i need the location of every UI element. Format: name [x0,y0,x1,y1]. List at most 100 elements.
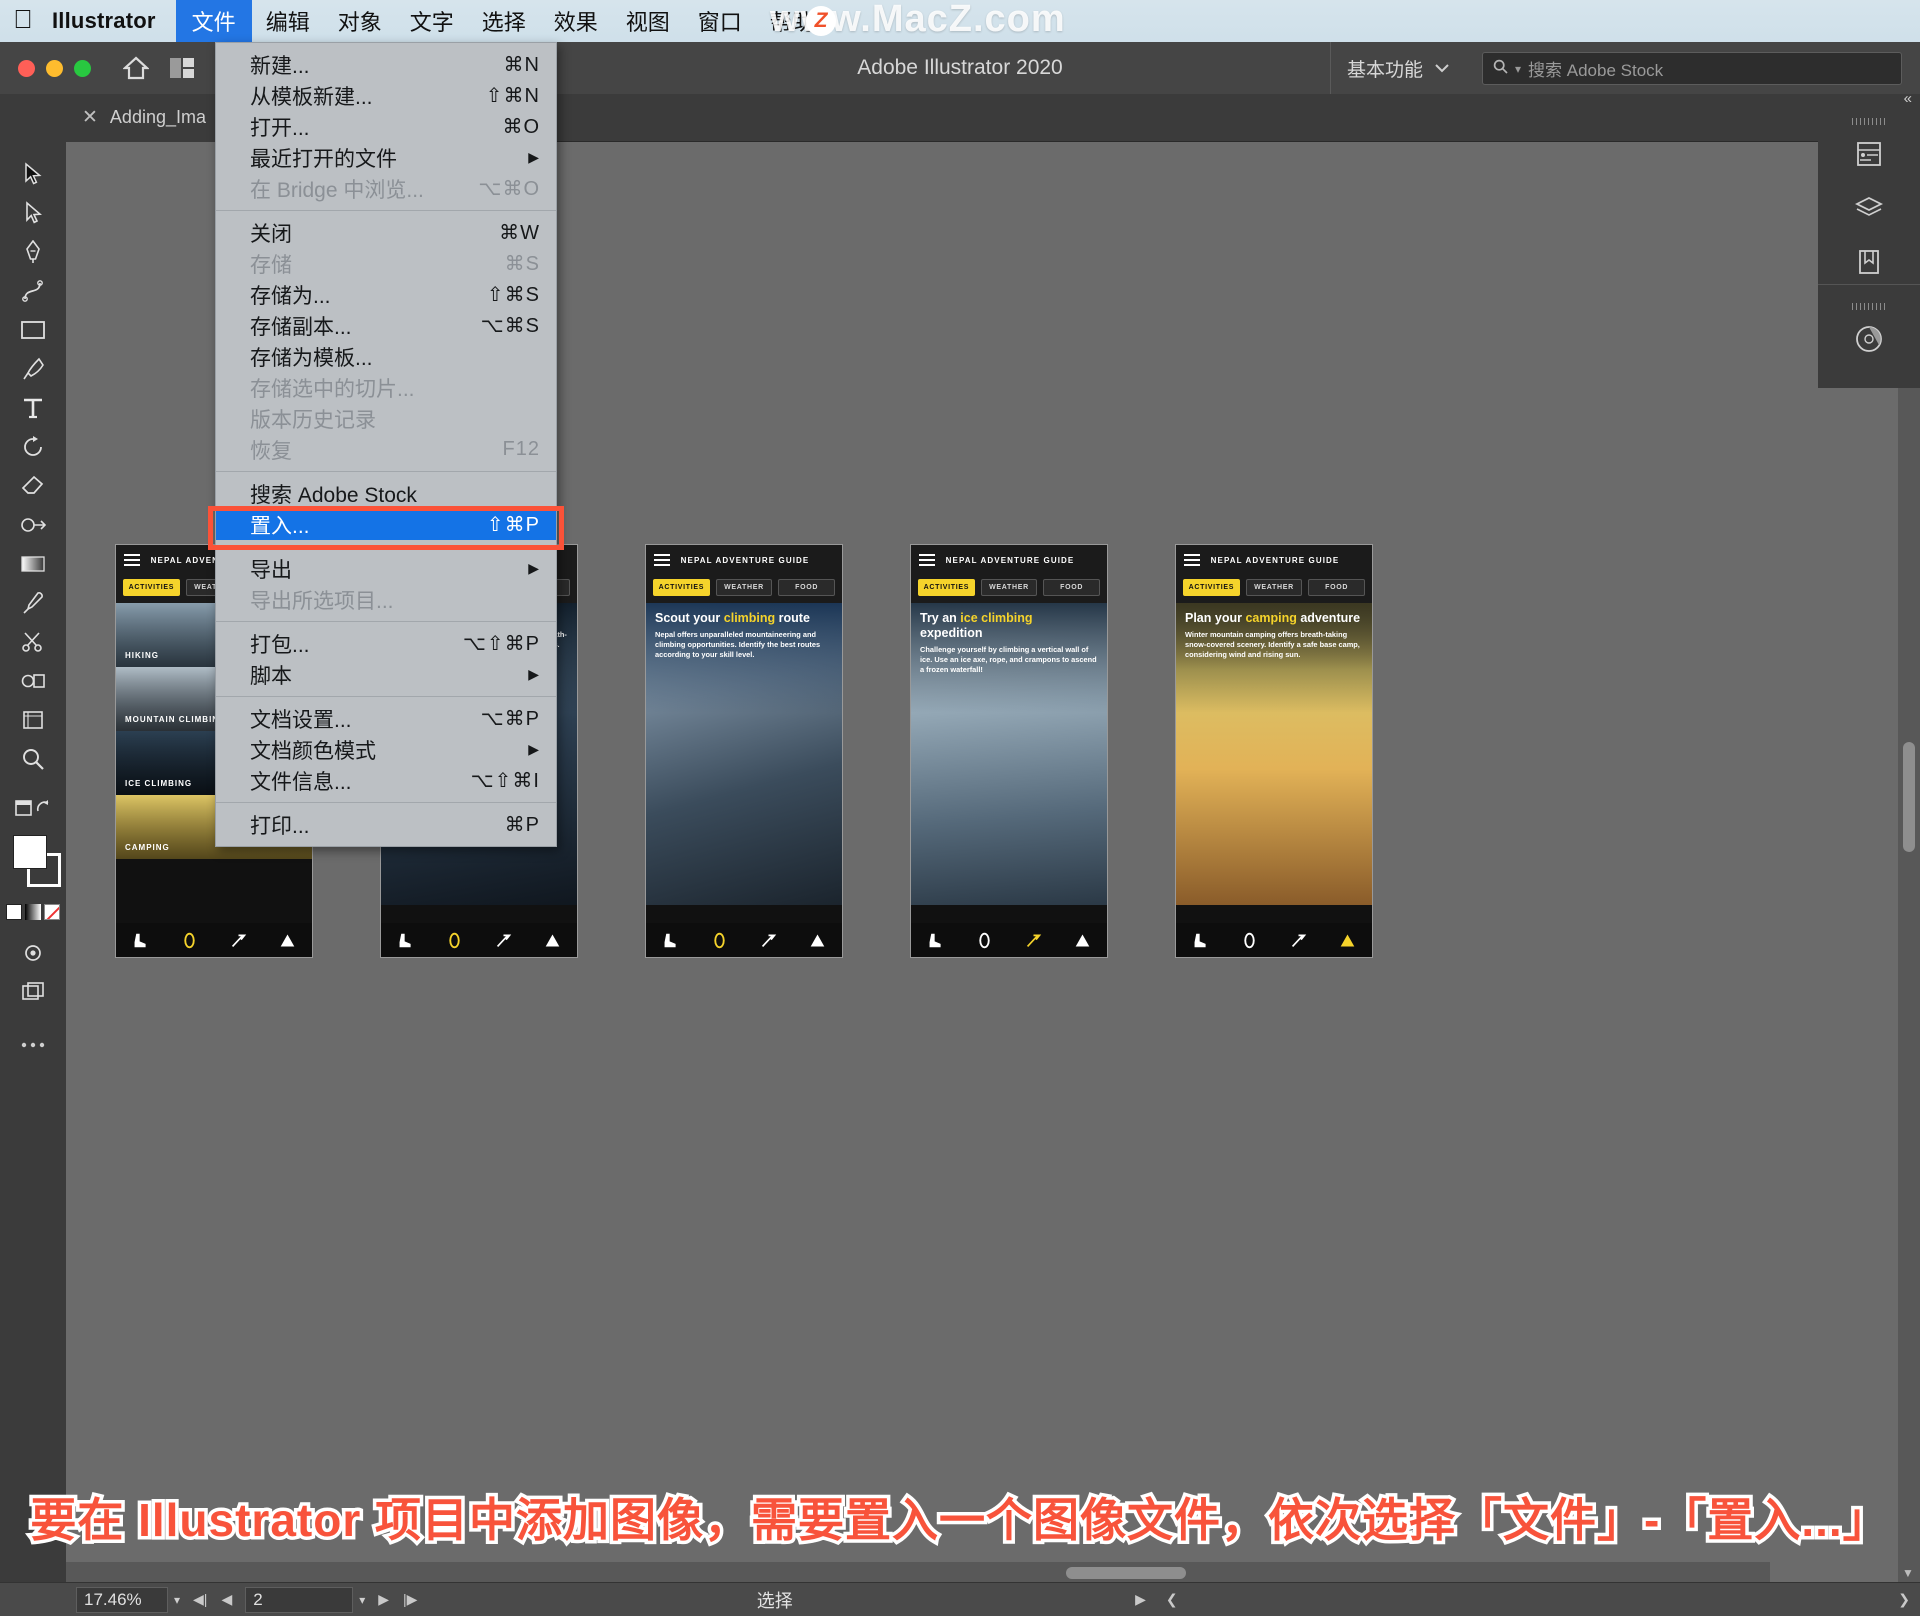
hamburger-menu-icon[interactable] [124,554,140,566]
menu-effect[interactable]: 效果 [540,1,612,41]
eyedropper-tool[interactable] [5,583,61,622]
menu-item-package[interactable]: 打包... ⌥⇧⌘P [216,628,556,659]
hamburger-menu-icon[interactable] [919,554,935,566]
next-page-icon[interactable]: ▶ [371,1591,396,1608]
menu-item-document-color-mode[interactable]: 文档颜色模式 ▶ [216,734,556,765]
menu-item-scripts[interactable]: 脚本 ▶ [216,659,556,690]
menu-type[interactable]: 文字 [396,1,468,41]
artboard-card-camping[interactable]: NEPAL ADVENTURE GUIDE ACTIVITIES WEATHER… [1176,545,1372,957]
document-tab[interactable]: ✕ Adding_Ima [66,93,228,142]
blend-tool[interactable] [5,661,61,700]
card-tab-activities[interactable]: ACTIVITIES [918,579,975,596]
status-expand-icon[interactable]: ▶ [1125,1591,1156,1608]
menu-window[interactable]: 窗口 [684,1,756,41]
prev-page-icon[interactable]: ◀ [214,1591,239,1608]
menu-item-print[interactable]: 打印... ⌘P [216,809,556,840]
artboard-tool[interactable] [5,700,61,739]
close-icon[interactable]: ✕ [82,106,98,129]
fill-stroke-swatches[interactable] [5,833,61,897]
menu-item-close[interactable]: 关闭 ⌘W [216,217,556,248]
menu-item-file-info[interactable]: 文件信息... ⌥⇧⌘I [216,765,556,796]
panel-drag-handle[interactable] [1852,118,1886,125]
menu-edit[interactable]: 编辑 [252,1,324,41]
menu-item-new[interactable]: 新建... ⌘N [216,49,556,80]
artboard-card-ice[interactable]: NEPAL ADVENTURE GUIDE ACTIVITIES WEATHER… [911,545,1107,957]
rectangle-tool[interactable] [5,310,61,349]
carabiner-icon [1244,932,1255,948]
menu-file[interactable]: 文件 [175,0,252,42]
drawing-mode-icon[interactable] [5,933,61,972]
menu-item-place[interactable]: 置入... ⇧⌘P [216,509,556,540]
card-tab-food[interactable]: FOOD [1043,579,1101,596]
screen-mode-cycle-icon[interactable] [5,972,61,1011]
layers-panel-icon[interactable] [1818,181,1920,235]
menu-item-export-selection: 导出所选项目... [250,589,394,613]
artboard-card-climbing[interactable]: NEPAL ADVENTURE GUIDE ACTIVITIES WEATHER… [646,545,842,957]
menu-item-document-setup[interactable]: 文档设置... ⌥⌘P [216,703,556,734]
horizontal-scrollbar[interactable] [66,1562,1770,1584]
workspace-switcher[interactable]: 基本功能 [1329,42,1465,94]
card-tab-activities[interactable]: ACTIVITIES [123,579,180,596]
card-tab-food[interactable]: FOOD [778,579,836,596]
color-wheel-panel-icon[interactable] [1818,312,1920,366]
color-swatch-icon[interactable] [6,904,22,920]
file-menu-dropdown[interactable]: 新建... ⌘N 从模板新建... ⇧⌘N 打开... ⌘O 最近打开的文件 ▶ 在 B… [215,42,557,847]
apple-logo-icon[interactable]:  [0,6,46,36]
menu-item-recent-files[interactable]: 最近打开的文件 ▶ [216,142,556,173]
stock-search-input[interactable]: ▾ 搜索 Adobe Stock [1482,52,1902,85]
card-tab-weather[interactable]: WEATHER [980,579,1038,596]
menu-item-save-as-template[interactable]: 存储为模板... [216,341,556,372]
scroll-down-icon[interactable]: ▼ [1902,1566,1914,1580]
card-tab-food[interactable]: FOOD [1308,579,1366,596]
status-prev-icon[interactable]: ❮ [1156,1591,1188,1608]
scissors-tool[interactable] [5,622,61,661]
eraser-tool[interactable] [5,466,61,505]
hamburger-menu-icon[interactable] [654,554,670,566]
libraries-panel-icon[interactable] [1818,235,1920,289]
direct-selection-tool[interactable] [5,193,61,232]
menu-object[interactable]: 对象 [324,1,396,41]
rotate-tool[interactable] [5,427,61,466]
hamburger-menu-icon[interactable] [1184,554,1200,566]
menu-item-save-as[interactable]: 存储为... ⇧⌘S [216,279,556,310]
zoom-tool[interactable] [5,739,61,778]
shape-builder-tool[interactable] [5,505,61,544]
page-number-field[interactable]: 2 [245,1586,354,1613]
properties-panel-icon[interactable] [1818,127,1920,181]
panel-drag-handle-2[interactable] [1852,303,1886,310]
card-tab-activities[interactable]: ACTIVITIES [653,579,710,596]
menu-select[interactable]: 选择 [468,1,540,41]
app-menu-title[interactable]: Illustrator [46,8,176,34]
none-swatch-icon[interactable] [44,904,60,920]
last-page-icon[interactable]: |▶ [396,1591,424,1608]
card-heading: Plan your camping adventure [1185,611,1361,625]
menu-item-save-a-copy[interactable]: 存储副本... ⌥⌘S [216,310,556,341]
vertical-scroll-thumb[interactable] [1903,742,1915,852]
zoom-level-field[interactable]: 17.46% [76,1586,168,1613]
card-tab-weather[interactable]: WEATHER [715,579,773,596]
first-page-icon[interactable]: ◀| [186,1591,214,1608]
fill-swatch[interactable] [13,835,47,869]
status-next-icon[interactable]: ❯ [1888,1591,1920,1608]
page-dropdown-icon[interactable]: ▾ [353,1593,371,1607]
zoom-dropdown-icon[interactable]: ▾ [168,1593,186,1607]
gradient-swatch-icon[interactable] [25,904,41,920]
menu-item-export[interactable]: 导出 ▶ [216,553,556,584]
color-mode-swatches[interactable] [5,901,61,923]
list-item-label: CAMPING [125,843,170,852]
menu-item-search-adobe-stock[interactable]: 搜索 Adobe Stock [216,478,556,509]
card-tab-activities[interactable]: ACTIVITIES [1183,579,1240,596]
type-tool[interactable] [5,388,61,427]
curvature-tool[interactable] [5,271,61,310]
selection-tool[interactable] [5,154,61,193]
horizontal-scroll-thumb[interactable] [1066,1567,1186,1579]
gradient-tool[interactable] [5,544,61,583]
screen-mode-tool[interactable] [5,788,61,827]
edit-toolbar-more-icon[interactable] [5,1025,61,1064]
menu-item-new-from-template[interactable]: 从模板新建... ⇧⌘N [216,80,556,111]
paintbrush-tool[interactable] [5,349,61,388]
card-tab-weather[interactable]: WEATHER [1245,579,1303,596]
pen-tool[interactable] [5,232,61,271]
menu-item-open[interactable]: 打开... ⌘O [216,111,556,142]
menu-view[interactable]: 视图 [612,1,684,41]
